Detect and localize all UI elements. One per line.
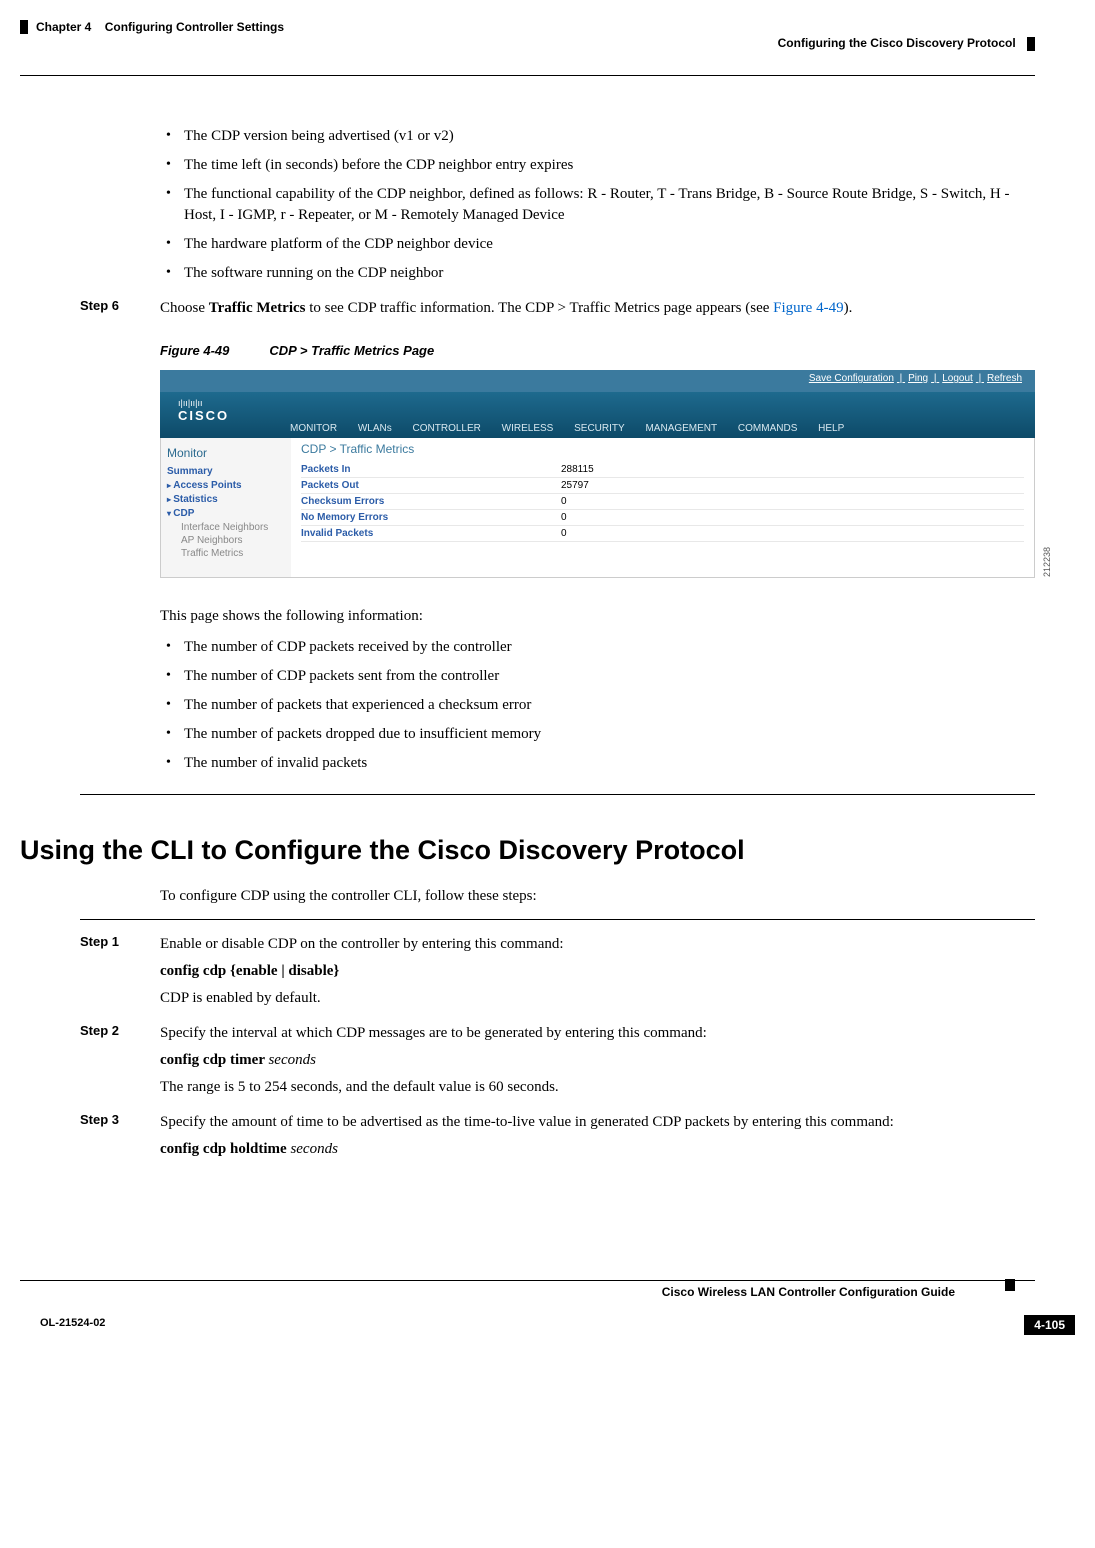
page-header: Chapter 4 Configuring Controller Setting…	[20, 20, 1035, 60]
row-value: 0	[561, 512, 567, 523]
ss-sidebar: Monitor Summary Access Points Statistics…	[161, 438, 291, 577]
table-row: Packets Out25797	[301, 478, 1024, 494]
ss-link-ping[interactable]: Ping	[908, 373, 928, 384]
row-value: 25797	[561, 480, 589, 491]
ss-toplinks: Save Configuration | Ping | Logout | Ref…	[806, 373, 1025, 384]
row-value: 0	[561, 496, 567, 507]
section-divider	[80, 794, 1035, 795]
row-value: 288115	[561, 464, 594, 475]
step6-row: Step 6 Choose Traffic Metrics to see CDP…	[160, 298, 1035, 319]
intro-after-figure: This page shows the following informatio…	[160, 606, 1035, 627]
nav-commands[interactable]: COMMANDS	[738, 423, 797, 434]
row-label: Packets In	[301, 464, 561, 475]
cli-section-title: Using the CLI to Configure the Cisco Dis…	[20, 835, 1035, 866]
header-section: Configuring the Cisco Discovery Protocol	[778, 36, 1035, 51]
cdp-traffic-metrics-screenshot: Save Configuration | Ping | Logout | Ref…	[160, 370, 1035, 578]
ss-nav: MONITOR WLANs CONTROLLER WIRELESS SECURI…	[290, 423, 862, 434]
footer-doc-title: Cisco Wireless LAN Controller Configurat…	[20, 1285, 1035, 1299]
step3-label: Step 3	[80, 1112, 160, 1160]
nav-wireless[interactable]: WIRELESS	[502, 423, 554, 434]
step2-label: Step 2	[80, 1023, 160, 1098]
step1-label: Step 1	[80, 934, 160, 1009]
ss-link-logout[interactable]: Logout	[942, 373, 973, 384]
cli-intro: To configure CDP using the controller CL…	[160, 886, 1035, 907]
cli-step3: Step 3 Specify the amount of time to be …	[160, 1112, 1035, 1160]
list-item: The time left (in seconds) before the CD…	[160, 155, 1035, 176]
list-item: The number of invalid packets	[160, 753, 1035, 774]
cli-step1: Step 1 Enable or disable CDP on the cont…	[160, 934, 1035, 1009]
row-label: Invalid Packets	[301, 528, 561, 539]
sidebar-item-access-points[interactable]: Access Points	[167, 480, 285, 491]
ss-link-refresh[interactable]: Refresh	[987, 373, 1022, 384]
header-chapter: Chapter 4 Configuring Controller Setting…	[36, 20, 284, 34]
nav-wlans[interactable]: WLANs	[358, 423, 392, 434]
list-item: The number of CDP packets sent from the …	[160, 666, 1035, 687]
list-item: The CDP version being advertised (v1 or …	[160, 126, 1035, 147]
figure-image-number: 212238	[1042, 547, 1052, 577]
cisco-logo: ı|ıı|ıı|ıı CISCO	[178, 398, 229, 423]
nav-monitor[interactable]: MONITOR	[290, 423, 337, 434]
ss-header: ı|ıı|ıı|ıı CISCO MONITOR WLANs CONTROLLE…	[160, 392, 1035, 438]
top-bullet-list: The CDP version being advertised (v1 or …	[160, 126, 1035, 284]
ss-main: CDP > Traffic Metrics Packets In288115 P…	[291, 438, 1034, 577]
cli-step2: Step 2 Specify the interval at which CDP…	[160, 1023, 1035, 1098]
footer-marker	[1005, 1279, 1015, 1291]
footer-ol-number: OL-21524-02	[20, 1303, 105, 1329]
after-figure-bullet-list: The number of CDP packets received by th…	[160, 637, 1035, 774]
figure-ref-link[interactable]: Figure 4-49	[773, 300, 843, 316]
ss-link-save[interactable]: Save Configuration	[809, 373, 894, 384]
sidebar-sub-ap-neighbors[interactable]: AP Neighbors	[181, 535, 285, 546]
step6-label: Step 6	[80, 298, 160, 319]
step3-body: Specify the amount of time to be adverti…	[160, 1112, 894, 1160]
footer-rule	[20, 1280, 1035, 1281]
ss-topbar: Save Configuration | Ping | Logout | Ref…	[160, 370, 1035, 392]
figure-caption: Figure 4-49CDP > Traffic Metrics Page	[160, 343, 1035, 358]
sidebar-item-cdp[interactable]: CDP	[167, 508, 285, 519]
table-row: Checksum Errors0	[301, 494, 1024, 510]
step6-body: Choose Traffic Metrics to see CDP traffi…	[160, 298, 852, 319]
list-item: The number of packets that experienced a…	[160, 695, 1035, 716]
list-item: The hardware platform of the CDP neighbo…	[160, 234, 1035, 255]
ss-main-title: CDP > Traffic Metrics	[301, 442, 1024, 456]
nav-controller[interactable]: CONTROLLER	[413, 423, 481, 434]
ss-body: Monitor Summary Access Points Statistics…	[160, 438, 1035, 578]
step2-body: Specify the interval at which CDP messag…	[160, 1023, 707, 1098]
list-item: The software running on the CDP neighbor	[160, 263, 1035, 284]
footer-page-number: 4-105	[1024, 1315, 1075, 1335]
nav-management[interactable]: MANAGEMENT	[645, 423, 717, 434]
list-item: The functional capability of the CDP nei…	[160, 184, 1035, 226]
page-footer: Cisco Wireless LAN Controller Configurat…	[20, 1280, 1035, 1329]
row-label: Packets Out	[301, 480, 561, 491]
table-row: Packets In288115	[301, 462, 1024, 478]
sidebar-title: Monitor	[167, 446, 285, 460]
header-marker-left	[20, 20, 28, 34]
sidebar-sub-interface-neighbors[interactable]: Interface Neighbors	[181, 522, 285, 533]
nav-security[interactable]: SECURITY	[574, 423, 625, 434]
nav-help[interactable]: HELP	[818, 423, 844, 434]
list-item: The number of packets dropped due to ins…	[160, 724, 1035, 745]
sidebar-sub-traffic-metrics[interactable]: Traffic Metrics	[181, 548, 285, 559]
row-value: 0	[561, 528, 567, 539]
sidebar-item-statistics[interactable]: Statistics	[167, 494, 285, 505]
list-item: The number of CDP packets received by th…	[160, 637, 1035, 658]
row-label: No Memory Errors	[301, 512, 561, 523]
header-marker-right	[1027, 37, 1035, 51]
steps-divider	[80, 919, 1035, 920]
header-rule	[20, 75, 1035, 76]
step1-body: Enable or disable CDP on the controller …	[160, 934, 564, 1009]
sidebar-item-summary[interactable]: Summary	[167, 466, 285, 477]
row-label: Checksum Errors	[301, 496, 561, 507]
table-row: Invalid Packets0	[301, 526, 1024, 542]
table-row: No Memory Errors0	[301, 510, 1024, 526]
